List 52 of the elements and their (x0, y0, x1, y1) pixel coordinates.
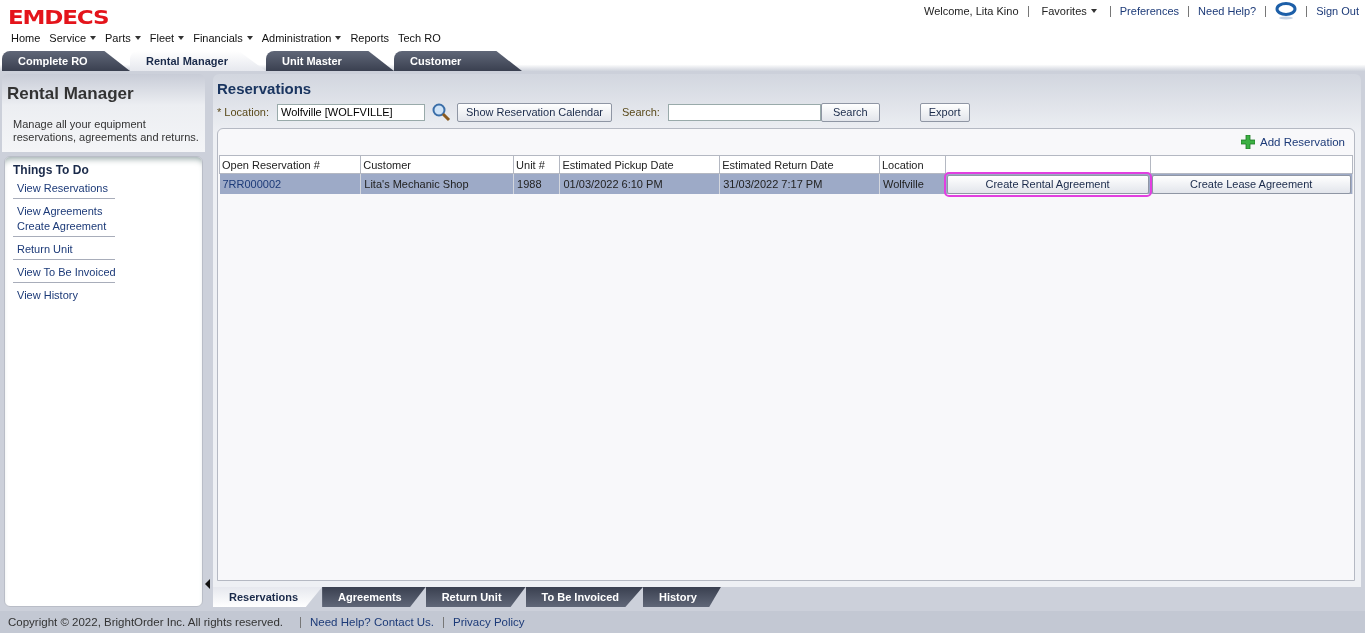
nav-menu-item[interactable]: Tech RO (397, 32, 441, 44)
nav-menu-item[interactable]: Parts (105, 32, 141, 44)
column-header: Unit # (513, 155, 560, 174)
column-header: Location (879, 155, 946, 174)
todo-link[interactable]: View History (17, 289, 115, 301)
add-reservation-button[interactable]: Add Reservation (1240, 135, 1345, 149)
agreement-button[interactable]: Create Lease Agreement (1151, 174, 1351, 194)
todo-title: Things To Do (13, 163, 90, 177)
nav-menu-item[interactable]: Service (49, 32, 97, 44)
location-field[interactable]: Wolfville [WOLFVILLE] (277, 103, 425, 121)
welcome-text: Welcome, Lita Kino (923, 5, 1019, 17)
column-header: Open Reservation # (219, 155, 361, 174)
logo: EMDECS (8, 6, 110, 28)
todo-link[interactable]: View To Be Invoiced (17, 266, 115, 278)
help-link[interactable]: Need Help? (1198, 5, 1257, 17)
table-cell: 7RR000002 (219, 173, 361, 194)
tab[interactable]: History (643, 587, 721, 607)
tab[interactable]: Unit Master (266, 51, 394, 71)
preferences-link[interactable]: Preferences (1119, 5, 1180, 17)
copyright-text: Copyright © 2022, BrightOrder Inc. All rights reserved. (8, 616, 283, 628)
export-button[interactable]: Export (919, 102, 970, 122)
agreement-button[interactable]: Create Rental Agreement (946, 174, 1149, 194)
tab[interactable]: Customer (394, 51, 522, 71)
tab[interactable]: Agreements (322, 587, 426, 607)
tab[interactable]: Rental Manager (130, 51, 266, 71)
column-header: Estimated Return Date (719, 155, 880, 174)
sign-out-link[interactable]: Sign Out (1316, 5, 1359, 17)
todo-link[interactable]: Return Unit (17, 243, 115, 255)
tab[interactable]: Complete RO (2, 51, 130, 71)
nav-menu-item[interactable]: Fleet (149, 32, 185, 44)
column-header: Estimated Pickup Date (559, 155, 720, 174)
column-header: Customer (360, 155, 514, 174)
sidebar-title: Rental Manager (7, 84, 135, 104)
privacy-link[interactable]: Privacy Policy (453, 616, 525, 628)
search-label: Search: (621, 106, 660, 118)
tab[interactable]: Return Unit (425, 587, 526, 607)
todo-link[interactable]: Create Agreement (17, 220, 115, 232)
location-label: * Location: (217, 106, 269, 118)
todo-link[interactable]: View Reservations (17, 182, 115, 194)
nav-menu-item[interactable]: Financials (193, 32, 253, 44)
todo-link[interactable]: View Agreements (17, 205, 115, 217)
calendar-button[interactable]: Show Reservation Calendar (457, 102, 612, 122)
nav-menu-item[interactable]: Reports (350, 32, 389, 44)
nav-menu-item[interactable]: Home (11, 32, 41, 44)
tab[interactable]: To Be Invoiced (525, 587, 643, 607)
nav-menu-item[interactable]: Administration (261, 32, 342, 44)
search-button[interactable]: Search (820, 102, 880, 122)
favorites-menu[interactable]: Favorites (1041, 5, 1097, 17)
page-title: Reservations (217, 80, 313, 97)
tab[interactable]: Reservations (213, 587, 323, 607)
sidebar-description: Manage all your equipment reservations, agreements and returns. (13, 118, 200, 144)
contact-link[interactable]: Need Help? Contact Us. (310, 616, 435, 628)
